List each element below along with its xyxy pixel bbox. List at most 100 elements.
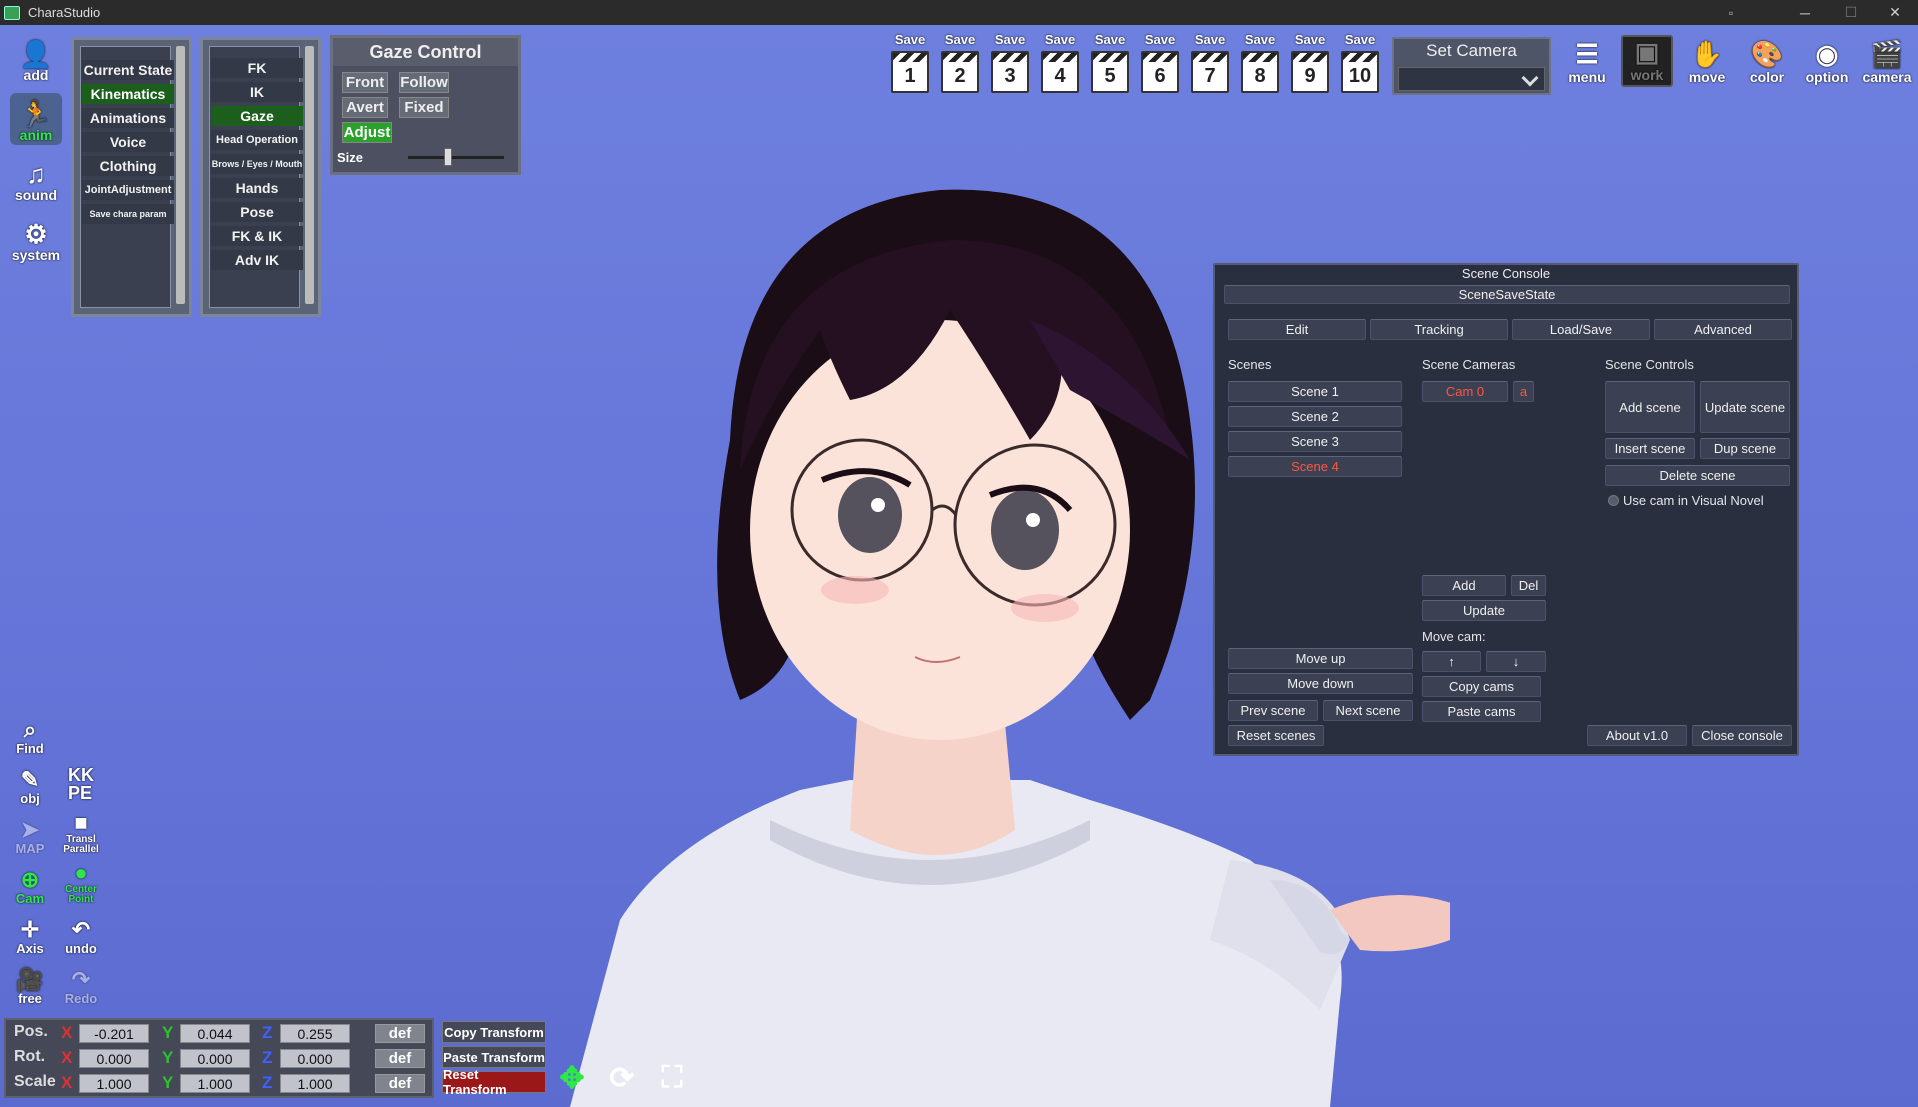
menu-ik[interactable]: IK bbox=[211, 82, 303, 102]
gaze-follow-button[interactable]: Follow bbox=[399, 72, 449, 93]
pos-x-field[interactable]: -0.201 bbox=[79, 1024, 149, 1043]
color-button[interactable]: 🎨 color bbox=[1741, 35, 1793, 87]
save-slot-2[interactable]: Save 2 bbox=[938, 32, 982, 98]
menu-hands[interactable]: Hands bbox=[211, 178, 303, 198]
scene-item-3[interactable]: Scene 3 bbox=[1228, 431, 1402, 452]
reset-scenes-button[interactable]: Reset scenes bbox=[1228, 725, 1324, 746]
pos-def-button[interactable]: def bbox=[375, 1024, 425, 1043]
gaze-size-slider[interactable] bbox=[408, 156, 504, 159]
move-cam-up-button[interactable]: ↑ bbox=[1422, 651, 1481, 672]
update-scene-button[interactable]: Update scene bbox=[1700, 381, 1790, 433]
scale-z-field[interactable]: 1.000 bbox=[280, 1074, 350, 1093]
menu-fk-ik[interactable]: FK & IK bbox=[211, 226, 303, 246]
about-button[interactable]: About v1.0 bbox=[1587, 725, 1687, 746]
clapperboard-icon[interactable]: 9 bbox=[1291, 51, 1329, 93]
work-button[interactable]: ▣ work bbox=[1621, 35, 1673, 87]
gaze-front-button[interactable]: Front bbox=[342, 72, 388, 93]
paste-transform-button[interactable]: Paste Transform bbox=[442, 1046, 546, 1068]
clapperboard-icon[interactable]: 7 bbox=[1191, 51, 1229, 93]
camera-item-0[interactable]: Cam 0 bbox=[1422, 381, 1508, 402]
clapperboard-icon[interactable]: 2 bbox=[941, 51, 979, 93]
menu-pose[interactable]: Pose bbox=[211, 202, 303, 222]
scale-x-field[interactable]: 1.000 bbox=[79, 1074, 149, 1093]
rot-y-field[interactable]: 0.000 bbox=[180, 1049, 250, 1068]
gaze-fixed-button[interactable]: Fixed bbox=[399, 97, 449, 118]
add-scene-button[interactable]: Add scene bbox=[1605, 381, 1695, 433]
map-button[interactable]: ➤ MAP bbox=[8, 813, 52, 857]
next-scene-button[interactable]: Next scene bbox=[1323, 700, 1413, 721]
scene-item-2[interactable]: Scene 2 bbox=[1228, 406, 1402, 427]
redo-button[interactable]: ↷ Redo bbox=[59, 963, 103, 1007]
free-button[interactable]: 🎥 free bbox=[8, 963, 52, 1007]
save-slot-10[interactable]: Save 10 bbox=[1338, 32, 1382, 98]
menu-head-operation[interactable]: Head Operation bbox=[211, 130, 303, 150]
move-cam-down-button[interactable]: ↓ bbox=[1486, 651, 1546, 672]
maximize-button[interactable]: ☐ bbox=[1828, 0, 1874, 25]
menu-button[interactable]: ☰ menu bbox=[1561, 35, 1613, 87]
delete-scene-button[interactable]: Delete scene bbox=[1605, 465, 1790, 486]
dup-scene-button[interactable]: Dup scene bbox=[1700, 438, 1790, 459]
gaze-adjust-button[interactable]: Adjust bbox=[342, 122, 392, 143]
close-window-button[interactable]: ✕ bbox=[1872, 0, 1918, 25]
rotate-gizmo-icon[interactable]: ⟳ bbox=[602, 1058, 642, 1098]
clapperboard-icon[interactable]: 10 bbox=[1341, 51, 1379, 93]
prev-scene-button[interactable]: Prev scene bbox=[1228, 700, 1318, 721]
reset-transform-button[interactable]: Reset Transform bbox=[442, 1067, 546, 1097]
center-point-button[interactable]: ● Center Point bbox=[59, 861, 103, 907]
scale-y-field[interactable]: 1.000 bbox=[180, 1074, 250, 1093]
copy-transform-button[interactable]: Copy Transform bbox=[442, 1021, 546, 1043]
save-slot-5[interactable]: Save 5 bbox=[1088, 32, 1132, 98]
kkpe-button[interactable]: KK PE bbox=[59, 763, 103, 807]
system-button[interactable]: ⚙ system bbox=[10, 213, 62, 265]
menu-adv-ik[interactable]: Adv IK bbox=[211, 250, 303, 270]
menu-brows-eyes-mouth[interactable]: Brows / Eyes / Mouth bbox=[211, 154, 303, 174]
save-slot-6[interactable]: Save 6 bbox=[1138, 32, 1182, 98]
category-menu-scrollbar[interactable] bbox=[176, 46, 185, 304]
undo-button[interactable]: ↶ undo bbox=[59, 913, 103, 957]
tab-tracking[interactable]: Tracking bbox=[1370, 319, 1508, 340]
transl-parallel-button[interactable]: ■ Transl Parallel bbox=[59, 811, 103, 857]
anim-button[interactable]: 🏃 anim bbox=[10, 93, 62, 145]
save-slot-1[interactable]: Save 1 bbox=[888, 32, 932, 98]
clapperboard-icon[interactable]: 6 bbox=[1141, 51, 1179, 93]
clapperboard-icon[interactable]: 8 bbox=[1241, 51, 1279, 93]
tab-load-save[interactable]: Load/Save bbox=[1512, 319, 1650, 340]
find-button[interactable]: ⌕ Find bbox=[8, 713, 52, 757]
menu-fk[interactable]: FK bbox=[211, 58, 303, 78]
pos-z-field[interactable]: 0.255 bbox=[280, 1024, 350, 1043]
scale-def-button[interactable]: def bbox=[375, 1074, 425, 1093]
menu-save-chara-param[interactable]: Save chara param bbox=[82, 204, 174, 224]
rot-z-field[interactable]: 0.000 bbox=[280, 1049, 350, 1068]
camera-button[interactable]: 🎬 camera bbox=[1861, 35, 1913, 87]
use-cam-vn-checkbox[interactable] bbox=[1608, 495, 1619, 506]
save-slot-3[interactable]: Save 3 bbox=[988, 32, 1032, 98]
sound-button[interactable]: ♫ sound bbox=[10, 153, 62, 205]
save-slot-8[interactable]: Save 8 bbox=[1238, 32, 1282, 98]
menu-animations[interactable]: Animations bbox=[82, 108, 174, 128]
clapperboard-icon[interactable]: 5 bbox=[1091, 51, 1129, 93]
copy-cams-button[interactable]: Copy cams bbox=[1422, 676, 1541, 697]
add-button[interactable]: 👤 add bbox=[10, 33, 62, 85]
scene-save-state-header[interactable]: SceneSaveState bbox=[1224, 285, 1790, 304]
paste-cams-button[interactable]: Paste cams bbox=[1422, 701, 1541, 722]
menu-gaze[interactable]: Gaze bbox=[211, 106, 303, 126]
scene-item-4[interactable]: Scene 4 bbox=[1228, 456, 1402, 477]
save-slot-4[interactable]: Save 4 bbox=[1038, 32, 1082, 98]
move-down-button[interactable]: Move down bbox=[1228, 673, 1413, 694]
clapperboard-icon[interactable]: 1 bbox=[891, 51, 929, 93]
camera-item-0-a[interactable]: a bbox=[1513, 381, 1534, 402]
rot-x-field[interactable]: 0.000 bbox=[79, 1049, 149, 1068]
save-slot-7[interactable]: Save 7 bbox=[1188, 32, 1232, 98]
move-button[interactable]: ✋ move bbox=[1681, 35, 1733, 87]
rot-def-button[interactable]: def bbox=[375, 1049, 425, 1068]
minimize-button[interactable]: ─ bbox=[1782, 0, 1828, 25]
pin-icon[interactable]: ▫ bbox=[1708, 0, 1754, 25]
cam-add-button[interactable]: Add bbox=[1422, 575, 1506, 596]
move-up-button[interactable]: Move up bbox=[1228, 648, 1413, 669]
cam-del-button[interactable]: Del bbox=[1511, 575, 1546, 596]
move-gizmo-icon[interactable]: ✥ bbox=[552, 1058, 592, 1098]
save-slot-9[interactable]: Save 9 bbox=[1288, 32, 1332, 98]
scale-gizmo-icon[interactable]: ⛶ bbox=[652, 1058, 692, 1098]
menu-voice[interactable]: Voice bbox=[82, 132, 174, 152]
option-button[interactable]: ◉ option bbox=[1801, 35, 1853, 87]
